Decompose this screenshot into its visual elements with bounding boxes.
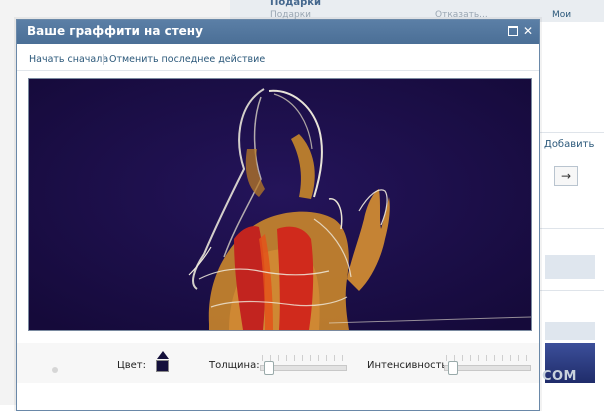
divider: [103, 54, 104, 65]
color-swatch[interactable]: [156, 360, 169, 372]
divider: [538, 228, 604, 229]
thickness-slider-thumb[interactable]: [263, 361, 274, 375]
dialog-header: Ваше граффити на стену ✕: [17, 20, 539, 44]
maximize-icon[interactable]: [507, 25, 519, 37]
add-link[interactable]: Добавить: [544, 139, 594, 150]
undo-last-link[interactable]: Отменить последнее действие: [109, 54, 265, 65]
color-picker-icon[interactable]: [157, 351, 169, 359]
divider: [538, 132, 604, 133]
intensity-slider-thumb[interactable]: [447, 361, 458, 375]
close-icon[interactable]: ✕: [522, 25, 534, 37]
brush-controls: Цвет: Толщина: Интенсивность:: [17, 343, 539, 383]
graffiti-dialog: Ваше граффити на стену ✕ Начать сначала …: [16, 19, 540, 411]
background-block: [545, 322, 595, 340]
slider-ticks: [262, 355, 347, 361]
intensity-label: Интенсивность:: [367, 360, 451, 371]
graffiti-toolbar: Начать сначала Отменить последнее действ…: [17, 44, 539, 71]
divider: [538, 290, 604, 291]
intensity-slider[interactable]: [444, 355, 531, 375]
drawing-canvas[interactable]: [28, 78, 532, 331]
dialog-title: Ваше граффити на стену: [27, 24, 203, 38]
background-block: [545, 255, 595, 279]
thickness-label: Толщина:: [209, 360, 260, 371]
graffiti-drawing: [29, 79, 531, 330]
arrow-button[interactable]: →: [554, 166, 578, 186]
color-label: Цвет:: [117, 360, 147, 371]
slider-ticks: [446, 355, 531, 361]
indicator-dot: [52, 367, 58, 373]
thickness-slider[interactable]: [260, 355, 347, 375]
start-over-link[interactable]: Начать сначала: [29, 54, 108, 65]
background-heading: Подарки: [270, 0, 322, 8]
